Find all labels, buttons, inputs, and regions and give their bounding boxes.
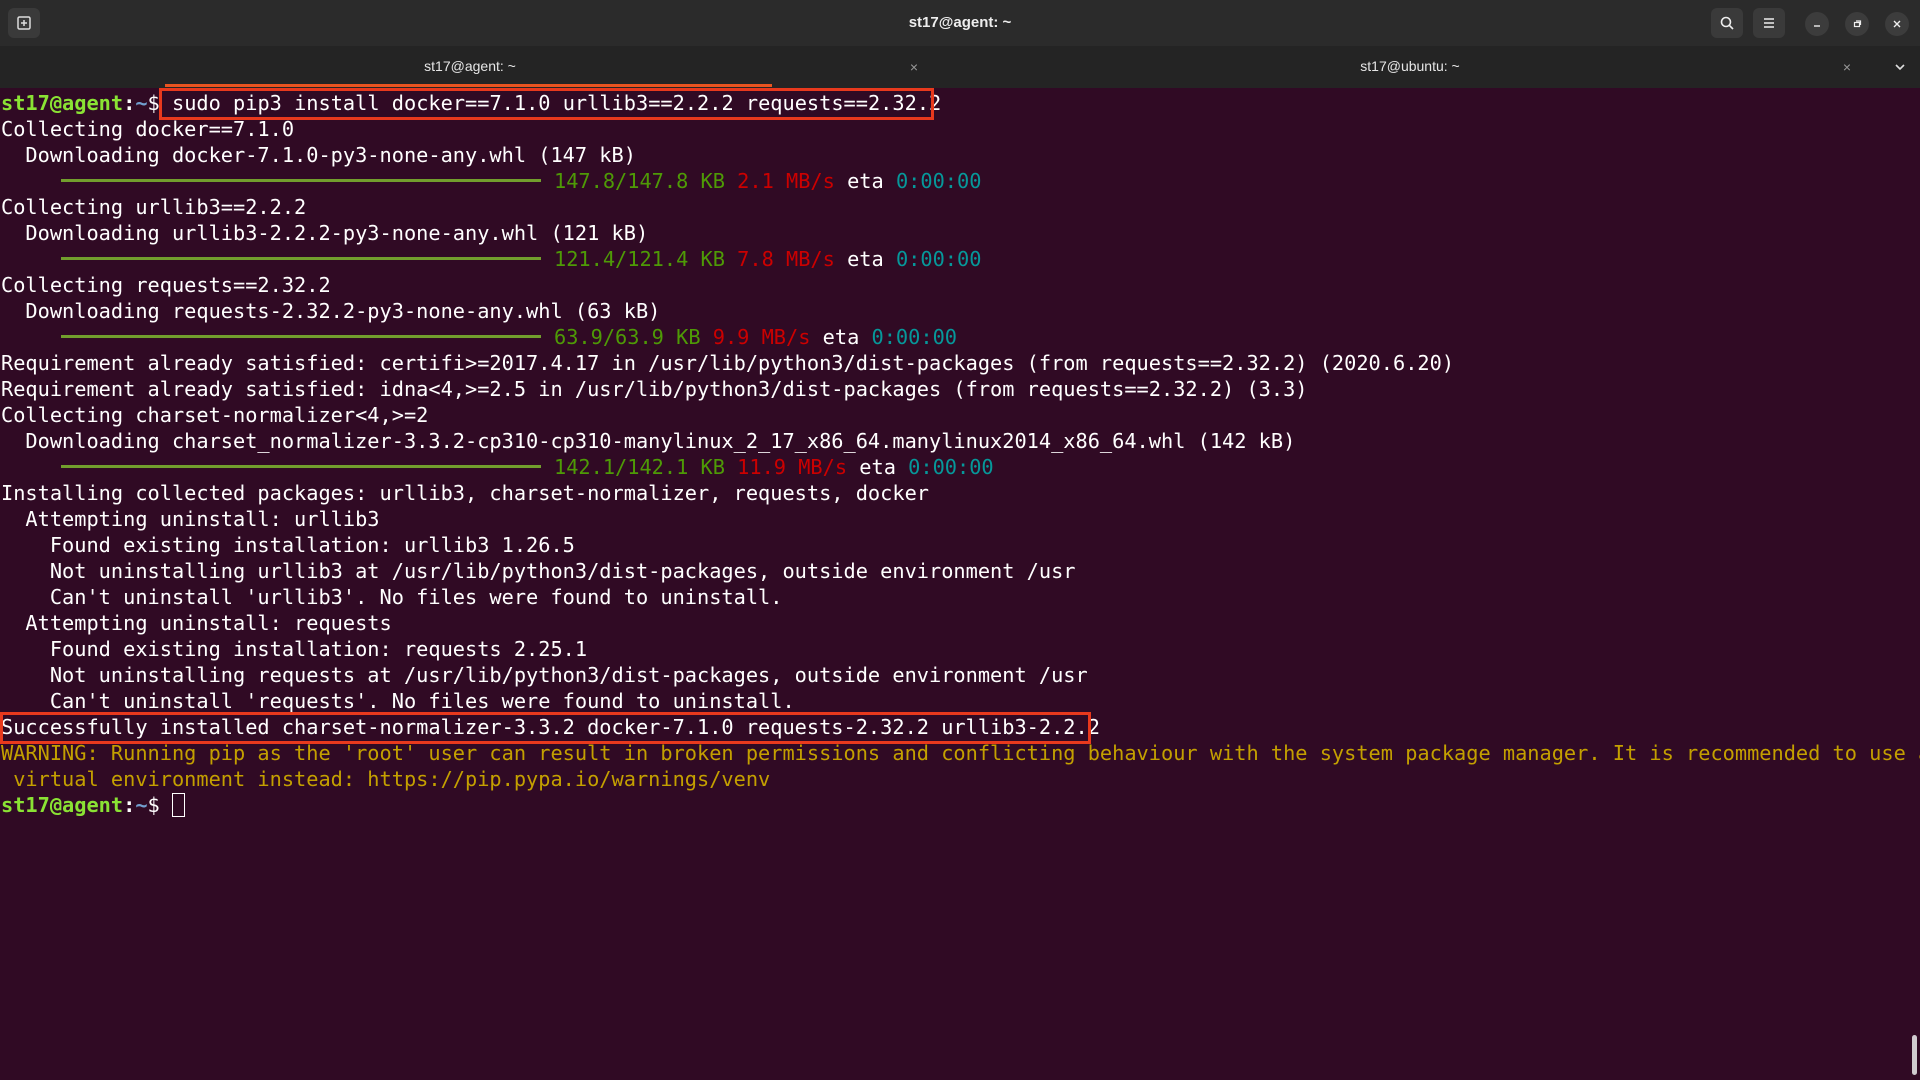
prompt-dir: ~	[135, 793, 148, 817]
progress-eta: 0:00:00	[908, 455, 994, 479]
prompt-line: st17@agent:~$	[1, 792, 185, 818]
progress-speed: 7.8 MB/s	[737, 247, 835, 271]
progress-bar	[61, 465, 541, 468]
progress-line: 63.9/63.9 KB 9.9 MB/s eta 0:00:00	[1, 324, 957, 350]
prompt-symbol: $	[147, 91, 160, 115]
output-line: Not uninstalling requests at /usr/lib/py…	[1, 663, 1088, 687]
output-line: Requirement already satisfied: idna<4,>=…	[1, 377, 1308, 401]
menu-button[interactable]	[1753, 8, 1785, 38]
active-tab-indicator	[165, 84, 772, 87]
tab-agent[interactable]: st17@agent: ~ ×	[0, 46, 940, 88]
hamburger-menu-icon	[1764, 18, 1774, 28]
output-line: Collecting urllib3==2.2.2	[1, 195, 307, 219]
close-icon	[1893, 20, 1901, 28]
progress-bar	[61, 335, 541, 338]
output-line: Can't uninstall 'urllib3'. No files were…	[1, 585, 783, 609]
progress-size: 63.9/63.9 KB	[554, 325, 701, 349]
output-line: Not uninstalling urllib3 at /usr/lib/pyt…	[1, 559, 1076, 583]
tab-dropdown-button[interactable]	[1888, 56, 1912, 78]
command-highlight-box	[159, 88, 934, 120]
progress-speed: 11.9 MB/s	[737, 455, 848, 479]
prompt-user: st17@agent	[1, 793, 124, 817]
tab-label: st17@agent: ~	[424, 58, 516, 74]
terminal-output[interactable]: st17@agent:~$ sudo pip3 install docker==…	[0, 88, 1920, 1080]
maximize-button[interactable]	[1845, 12, 1869, 36]
tab-bar: st17@agent: ~ × st17@ubuntu: ~ ×	[0, 46, 1920, 88]
progress-eta-label: eta	[847, 247, 884, 271]
progress-line: 147.8/147.8 KB 2.1 MB/s eta 0:00:00	[1, 168, 981, 194]
output-line: Installing collected packages: urllib3, …	[1, 481, 929, 505]
progress-eta-label: eta	[822, 325, 860, 349]
progress-eta: 0:00:00	[871, 325, 957, 349]
output-line: Found existing installation: urllib3 1.2…	[1, 533, 575, 557]
scrollbar[interactable]	[1912, 1035, 1917, 1075]
search-icon	[1720, 16, 1734, 30]
output-line: Downloading urllib3-2.2.2-py3-none-any.w…	[1, 221, 649, 245]
prompt-separator: :	[123, 793, 136, 817]
progress-size: 142.1/142.1 KB	[554, 455, 725, 479]
output-line: Attempting uninstall: urllib3	[1, 507, 380, 531]
progress-size: 147.8/147.8 KB	[554, 169, 725, 193]
prompt-separator: :	[123, 91, 136, 115]
output-line: Attempting uninstall: requests	[1, 611, 392, 635]
progress-eta-label: eta	[847, 169, 884, 193]
header-bar: st17@agent: ~	[0, 0, 1920, 46]
tab-close-icon[interactable]: ×	[904, 57, 924, 77]
success-highlight-box	[0, 712, 1091, 744]
minimize-icon	[1814, 25, 1820, 27]
output-line: Downloading charset_normalizer-3.3.2-cp3…	[1, 429, 1296, 453]
tab-label: st17@ubuntu: ~	[1360, 58, 1460, 74]
search-button[interactable]	[1711, 8, 1743, 38]
tab-close-icon[interactable]: ×	[1837, 57, 1857, 77]
minimize-button[interactable]	[1805, 12, 1829, 36]
text-cursor[interactable]	[171, 792, 185, 817]
output-line: Downloading docker-7.1.0-py3-none-any.wh…	[1, 143, 636, 167]
progress-eta: 0:00:00	[895, 169, 982, 193]
tab-ubuntu[interactable]: st17@ubuntu: ~ ×	[940, 46, 1880, 88]
progress-speed: 2.1 MB/s	[737, 169, 835, 193]
chevron-down-icon	[1895, 64, 1905, 71]
output-line: Downloading requests-2.32.2-py3-none-any…	[1, 299, 661, 323]
progress-size: 121.4/121.4 KB	[554, 247, 725, 271]
window-title: st17@agent: ~	[908, 14, 1012, 31]
prompt-symbol: $	[147, 793, 160, 817]
progress-eta: 0:00:00	[895, 247, 982, 271]
output-line: Collecting charset-normalizer<4,>=2	[1, 403, 429, 427]
output-line: Requirement already satisfied: certifi>=…	[1, 351, 1455, 375]
progress-eta-label: eta	[859, 455, 896, 479]
warning-line: virtual environment instead: https://pip…	[1, 767, 771, 791]
progress-line: 121.4/121.4 KB 7.8 MB/s eta 0:00:00	[1, 246, 981, 272]
prompt-dir: ~	[135, 91, 148, 115]
maximize-icon	[1853, 20, 1862, 28]
progress-line: 142.1/142.1 KB 11.9 MB/s eta 0:00:00	[1, 454, 994, 480]
output-line: Found existing installation: requests 2.…	[1, 637, 588, 661]
prompt-user: st17@agent	[1, 91, 124, 115]
close-button[interactable]	[1885, 12, 1909, 36]
output-line: Can't uninstall 'requests'. No files wer…	[1, 689, 795, 713]
output-line: Collecting requests==2.32.2	[1, 273, 331, 297]
progress-bar	[61, 257, 541, 260]
progress-speed: 9.9 MB/s	[712, 325, 811, 349]
progress-bar	[61, 179, 541, 182]
